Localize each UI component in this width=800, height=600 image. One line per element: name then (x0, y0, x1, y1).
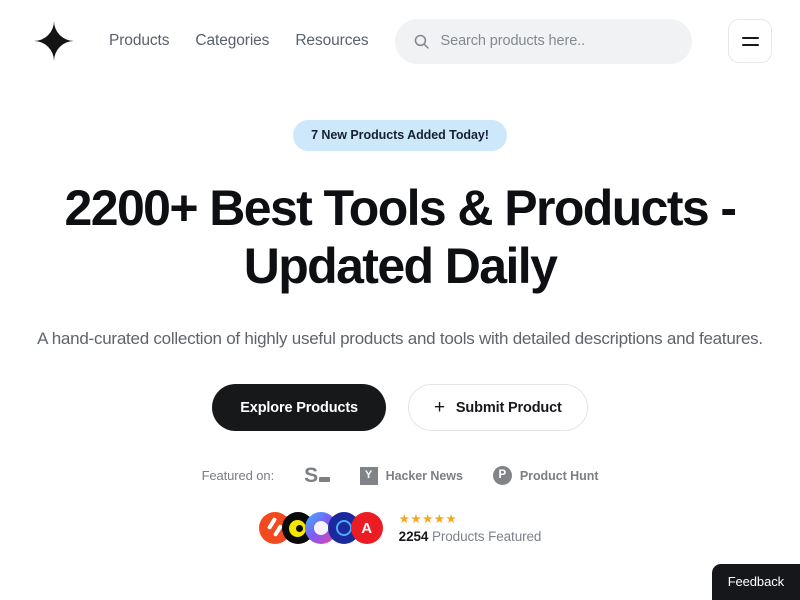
product-hunt-icon: P (492, 466, 512, 485)
menu-line-1 (741, 36, 759, 39)
hamburger-menu-icon[interactable] (728, 19, 772, 63)
explore-products-button[interactable]: Explore Products (212, 384, 386, 431)
nav-link-resources[interactable]: Resources (295, 32, 368, 50)
featured-on-row: Featured on: S Y Hacker News P Product H… (0, 465, 800, 486)
starter-story-icon: S (304, 465, 330, 486)
new-products-badge: 7 New Products Added Today! (293, 120, 507, 151)
brand-logo-icon[interactable] (34, 21, 74, 61)
search-icon (414, 34, 429, 49)
nav-link-products[interactable]: Products (109, 32, 169, 50)
landing-page: Products Categories Resources 7 New Prod… (0, 0, 800, 600)
products-featured-count: 2254 Products Featured (399, 529, 542, 544)
brand-hacker-news[interactable]: Y Hacker News (359, 466, 463, 485)
hero-subtitle: A hand-curated collection of highly usef… (37, 329, 763, 348)
hacker-news-label: Hacker News (385, 468, 463, 483)
brand-starter-story[interactable]: S (304, 465, 330, 486)
featured-count-number: 2254 (398, 529, 429, 544)
product-hunt-label: Product Hunt (519, 468, 599, 483)
avatar-group: A (258, 512, 383, 544)
menu-line-2 (741, 43, 759, 46)
cta-row: Explore Products + Submit Product (0, 384, 800, 431)
hero-section: 7 New Products Added Today! 2200+ Best T… (0, 82, 800, 544)
site-header: Products Categories Resources (0, 0, 800, 82)
nav-link-categories[interactable]: Categories (195, 32, 269, 50)
brand-product-hunt[interactable]: P Product Hunt (492, 466, 599, 485)
hacker-news-icon: Y (359, 466, 378, 485)
featured-on-label: Featured on: (201, 468, 275, 483)
product-avatar-5[interactable]: A (350, 512, 383, 544)
search-input[interactable] (440, 33, 674, 49)
primary-nav: Products Categories Resources (109, 32, 369, 50)
star-rating-icon: ★★★★★ (398, 512, 458, 526)
featured-count-label: Products Featured (431, 529, 542, 544)
plus-icon: + (433, 397, 445, 418)
search-bar[interactable] (394, 18, 692, 64)
feedback-button[interactable]: Feedback (711, 564, 800, 600)
page-title: 2200+ Best Tools & Products - Updated Da… (64, 180, 738, 294)
submit-product-label: Submit Product (455, 399, 562, 416)
rating-block: ★★★★★ 2254 Products Featured (399, 512, 542, 544)
submit-product-button[interactable]: + Submit Product (407, 384, 588, 431)
social-proof-row: A ★★★★★ 2254 Products Featured (0, 512, 800, 544)
